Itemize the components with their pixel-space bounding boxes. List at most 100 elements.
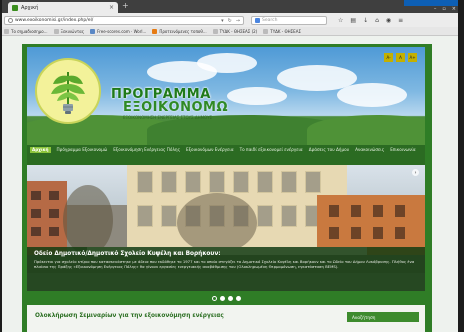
menu-item-announcements[interactable]: Ανακοινώσεις (355, 147, 384, 153)
image-slider[interactable]: › Οδείο Δημοτικό/Δημοτικό Σχολείο Κυψέλη… (27, 165, 425, 291)
close-tab-icon[interactable]: × (109, 4, 114, 11)
window-shape (31, 191, 41, 200)
window-shape (373, 205, 383, 217)
font-smaller-button[interactable]: A- (384, 53, 393, 62)
slider-dot-3[interactable] (227, 295, 233, 301)
close-window-icon[interactable]: × (452, 6, 456, 12)
window-shape (395, 227, 405, 239)
favicon-icon (12, 4, 18, 11)
screen-edge (0, 0, 2, 332)
title-bar: Αρχική × + – ▫ × (0, 0, 464, 13)
bookmark-icon (263, 28, 269, 34)
browser-tab[interactable]: Αρχική × (8, 2, 118, 13)
menu-item-home[interactable]: Αρχική (30, 147, 51, 153)
toolbar-icons: ☆ ▤ ↓ ⌂ ◉ ≡ (338, 17, 403, 24)
menu-item-municipality-actions[interactable]: Δράσεις του Δήμου (309, 147, 349, 153)
hill-decoration (307, 115, 425, 145)
bookmark-item[interactable]: ΤΥΔΚ - ΘΗΣΕΑΣ (2) (212, 28, 257, 34)
window-shape (185, 171, 201, 193)
window-shape (209, 171, 225, 193)
dropdown-icon[interactable]: ▾ (221, 17, 224, 25)
search-engine-icon (255, 17, 260, 23)
window-shape (31, 227, 41, 236)
web-page: ΠΡΟΓΡΑΜΜΑ ΕΞΟΙΚΟΝΟΜΩ ΕΞΟΙΚΟΝΟΜΗΣΗ ΕΝΕΡΓΕ… (0, 36, 464, 332)
search-placeholder: Search (262, 17, 278, 23)
bookmarks-list-icon[interactable]: ▤ (350, 17, 356, 24)
menu-item-contact[interactable]: Επικοινωνία (390, 147, 415, 153)
window-shape (137, 171, 153, 193)
font-larger-button[interactable]: A+ (408, 53, 417, 62)
window-shape (257, 171, 273, 193)
window-shape (305, 171, 321, 193)
window-controls: – ▫ × (434, 6, 456, 12)
menu-item-child-saves[interactable]: Το παιδί εξοικονομεί ενέργεια (240, 147, 303, 153)
site-tagline: ΕΞΟΙΚΟΝΟΜΗΣΗ ΕΝΕΡΓΕΙΑΣ ΣΤΟΥΣ ΔΗΜΟΥΣ (123, 115, 213, 120)
bookmark-icon (4, 28, 9, 34)
screen-edge (458, 0, 464, 332)
bookmark-item[interactable]: Free-scores.com · Worl... (90, 28, 146, 34)
main-menu: Αρχική Πρόγραμμα Εξοικονομώ Εξοικονόμηση… (27, 145, 425, 165)
window-shape (49, 227, 59, 236)
site-title-line2: ΕΞΟΙΚΟΝΟΜΩ (123, 100, 229, 115)
window-shape (31, 209, 41, 218)
slider-caption-title: Οδείο Δημοτικό/Δημοτικό Σχολείο Κυψέλη κ… (34, 251, 221, 257)
bookmark-item[interactable]: ΤΥΔΚ - ΘΗΣΕΑΣ (263, 28, 301, 34)
search-bar[interactable]: Search (251, 15, 327, 25)
window-shape (49, 191, 59, 200)
bookmark-icon (152, 28, 158, 34)
site-header: ΠΡΟΓΡΑΜΜΑ ΕΞΟΙΚΟΝΟΜΩ ΕΞΟΙΚΟΝΟΜΗΣΗ ΕΝΕΡΓΕ… (27, 47, 425, 145)
slider-next-icon[interactable]: › (412, 169, 419, 176)
browser-window: Αρχική × + – ▫ × www.exoikonomisi.gr/ind… (0, 0, 464, 332)
address-bar[interactable]: www.exoikonomisi.gr/index.php/el/ ▾ ↻ → (4, 15, 244, 25)
window-shape (137, 205, 153, 227)
window-shape (161, 205, 177, 227)
slider-dot-4[interactable] (235, 295, 241, 301)
bookmark-star-icon[interactable]: ☆ (338, 17, 343, 24)
window-shape (373, 227, 383, 239)
window-shape (257, 205, 273, 227)
maximize-icon[interactable]: ▫ (442, 6, 445, 12)
main-content: Ολοκλήρωση Σεμιναρίων για την εξοικονόμη… (27, 305, 425, 332)
navigation-bar: www.exoikonomisi.gr/index.php/el/ ▾ ↻ → … (0, 13, 464, 27)
article-title-link[interactable]: Ολοκλήρωση Σεμιναρίων για την εξοικονόμη… (35, 313, 224, 319)
bookmark-item[interactable]: Το σημαδιοσημο... (4, 28, 48, 34)
slider-dot-2[interactable] (219, 295, 225, 301)
font-size-controls: A- A A+ (384, 53, 417, 62)
forward-icon[interactable]: → (236, 17, 240, 25)
bookmark-item[interactable]: Ξεκινώντας (53, 28, 84, 34)
plant-lightbulb-icon (51, 72, 85, 114)
url-text: www.exoikonomisi.gr/index.php/el/ (15, 17, 94, 23)
slider-caption: Οδείο Δημοτικό/Δημοτικό Σχολείο Κυψέλη κ… (27, 247, 425, 291)
new-tab-icon[interactable]: + (122, 2, 129, 10)
slider-dot-1[interactable] (211, 295, 217, 301)
window-shape (281, 205, 297, 227)
tree-decoration (177, 193, 257, 253)
reload-icon[interactable]: ↻ (228, 17, 232, 25)
tree-decoration (63, 185, 113, 255)
home-icon[interactable]: ⌂ (375, 17, 379, 24)
cloud-decoration (197, 53, 257, 73)
menu-item-city-savings[interactable]: Εξοικονόμηση Ενέργειας Πόλης (113, 147, 180, 153)
window-shape (351, 205, 361, 217)
slider-caption-text: Πρόκειται για σχολείο κτίριο που κατασκε… (34, 259, 415, 269)
bookmark-item[interactable]: Προτεινόμενες τοποθ... (152, 28, 207, 34)
window-shape (233, 171, 249, 193)
menu-icon[interactable]: ≡ (398, 17, 403, 24)
font-normal-button[interactable]: A (396, 53, 405, 62)
globe-icon (8, 17, 13, 23)
download-icon[interactable]: ↓ (363, 17, 368, 24)
menu-item-save-energy[interactable]: Εξοικονόμων Ενέργεια (186, 147, 234, 153)
cloud-decoration (337, 83, 407, 107)
bookmark-icon (212, 28, 218, 34)
menu-item-program[interactable]: Πρόγραμμα Εξοικονομώ (57, 147, 108, 153)
window-shape (161, 171, 177, 193)
site-logo[interactable] (35, 58, 101, 124)
window-shape (395, 205, 405, 217)
site-search-box[interactable]: Αναζήτηση (347, 312, 419, 322)
minimize-icon[interactable]: – (434, 6, 437, 12)
tab-title: Αρχική (21, 4, 39, 11)
address-bar-buttons: ▾ ↻ → (221, 17, 240, 25)
window-shape (329, 205, 339, 217)
sync-icon[interactable]: ◉ (386, 17, 391, 24)
slider-dots (27, 291, 425, 305)
